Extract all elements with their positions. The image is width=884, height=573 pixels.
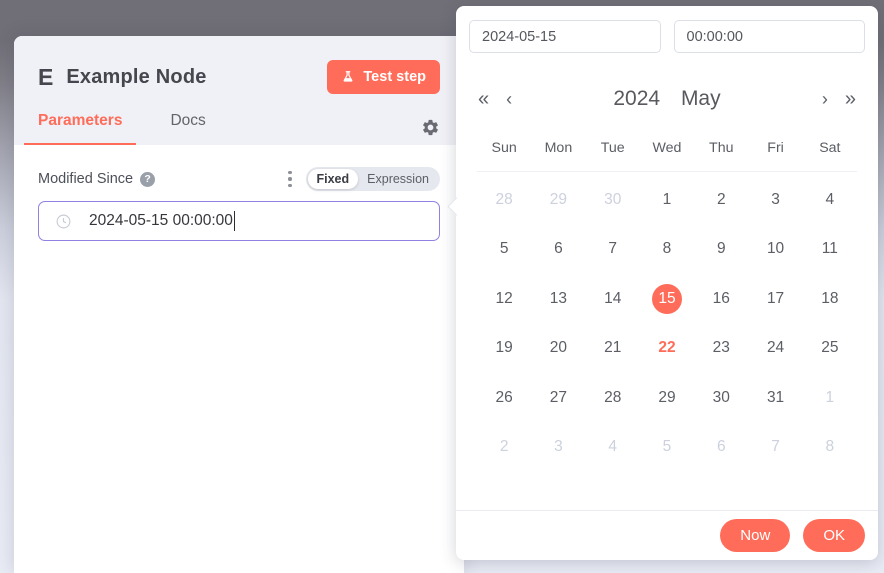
calendar-day[interactable]: 26 — [477, 373, 531, 423]
calendar-day[interactable]: 6 — [694, 423, 748, 473]
calendar-day[interactable]: 7 — [586, 225, 640, 275]
calendar-day[interactable]: 27 — [531, 373, 585, 423]
calendar-day[interactable]: 11 — [803, 225, 857, 275]
datetime-input-value: 2024-05-15 00:00:00 — [89, 212, 233, 230]
clock-icon — [55, 213, 72, 230]
calendar-day[interactable]: 7 — [748, 423, 802, 473]
text-cursor — [234, 211, 236, 231]
picker-time-input[interactable] — [674, 20, 866, 53]
prev-year-button[interactable]: « — [478, 89, 489, 109]
calendar-day[interactable]: 1 — [640, 175, 694, 225]
field-label: Modified Since — [38, 171, 133, 187]
calendar-day[interactable]: 5 — [477, 225, 531, 275]
calendar-day[interactable]: 28 — [477, 175, 531, 225]
tab-docs[interactable]: Docs — [156, 112, 219, 145]
picker-footer: Now OK — [456, 510, 878, 560]
calendar-day[interactable]: 12 — [477, 274, 531, 324]
calendar-day[interactable]: 30 — [694, 373, 748, 423]
now-button[interactable]: Now — [720, 519, 790, 552]
calendar-day[interactable]: 31 — [748, 373, 802, 423]
picker-date-input[interactable] — [469, 20, 661, 53]
calendar-grid: 2829301234567891011121314151617181920212… — [477, 172, 857, 472]
calendar-day[interactable]: 29 — [640, 373, 694, 423]
calendar-day[interactable]: 10 — [748, 225, 802, 275]
test-step-label: Test step — [363, 69, 426, 85]
calendar-day[interactable]: 25 — [803, 324, 857, 374]
day-of-week-label: Thu — [694, 140, 748, 156]
test-step-button[interactable]: Test step — [327, 60, 440, 94]
calendar-day[interactable]: 4 — [803, 175, 857, 225]
day-of-week-label: Fri — [748, 140, 802, 156]
gear-icon[interactable] — [421, 118, 440, 137]
ok-button[interactable]: OK — [803, 519, 865, 552]
tab-bar: Parameters Docs — [24, 112, 220, 145]
year-label[interactable]: 2024 — [613, 87, 660, 110]
calendar-day[interactable]: 13 — [531, 274, 585, 324]
modified-since-field: Modified Since ? Fixed Expression 2024-0… — [38, 167, 440, 241]
day-of-week-label: Tue — [586, 140, 640, 156]
calendar-day[interactable]: 4 — [586, 423, 640, 473]
day-of-week-label: Mon — [531, 140, 585, 156]
calendar-day[interactable]: 18 — [803, 274, 857, 324]
calendar-day[interactable]: 15 — [640, 274, 694, 324]
calendar-day[interactable]: 19 — [477, 324, 531, 374]
day-of-week-header: SunMonTueWedThuFriSat — [477, 140, 857, 172]
calendar-day[interactable]: 20 — [531, 324, 585, 374]
calendar-day[interactable]: 2 — [477, 423, 531, 473]
calendar-day[interactable]: 2 — [694, 175, 748, 225]
datetime-input[interactable]: 2024-05-15 00:00:00 — [38, 201, 440, 241]
node-panel-header: E Example Node Test step Parameters Docs — [14, 36, 464, 145]
toggle-fixed[interactable]: Fixed — [308, 169, 359, 189]
day-of-week-label: Wed — [640, 140, 694, 156]
node-detail-panel: E Example Node Test step Parameters Docs… — [14, 36, 464, 573]
calendar-day[interactable]: 28 — [586, 373, 640, 423]
tab-parameters[interactable]: Parameters — [24, 112, 136, 145]
next-year-button[interactable]: » — [845, 89, 856, 109]
calendar-day[interactable]: 3 — [748, 175, 802, 225]
calendar-day[interactable]: 22 — [640, 324, 694, 374]
calendar-day[interactable]: 21 — [586, 324, 640, 374]
next-month-button[interactable]: › — [822, 90, 828, 108]
options-menu-icon[interactable] — [286, 167, 294, 191]
toggle-expression[interactable]: Expression — [358, 169, 438, 189]
help-icon[interactable]: ? — [140, 172, 155, 187]
calendar-day[interactable]: 16 — [694, 274, 748, 324]
fixed-expression-toggle: Fixed Expression — [306, 167, 441, 191]
calendar-day[interactable]: 29 — [531, 175, 585, 225]
month-label[interactable]: May — [681, 87, 721, 110]
datetime-picker-popover: « ‹ 2024 May › » SunMonTueWedThuFriSat 2… — [456, 6, 878, 560]
calendar-day[interactable]: 8 — [803, 423, 857, 473]
calendar-day[interactable]: 9 — [694, 225, 748, 275]
calendar-day[interactable]: 6 — [531, 225, 585, 275]
node-icon: E — [38, 64, 53, 91]
calendar-day[interactable]: 24 — [748, 324, 802, 374]
node-panel-body: Modified Since ? Fixed Expression 2024-0… — [14, 145, 464, 263]
flask-icon — [341, 70, 355, 84]
calendar-day[interactable]: 5 — [640, 423, 694, 473]
calendar-day[interactable]: 30 — [586, 175, 640, 225]
calendar-day[interactable]: 17 — [748, 274, 802, 324]
calendar-day[interactable]: 8 — [640, 225, 694, 275]
day-of-week-label: Sat — [803, 140, 857, 156]
calendar-day[interactable]: 3 — [531, 423, 585, 473]
calendar-nav: « ‹ 2024 May › » — [478, 83, 856, 115]
node-title: Example Node — [66, 66, 206, 89]
calendar-day[interactable]: 1 — [803, 373, 857, 423]
calendar-day[interactable]: 23 — [694, 324, 748, 374]
prev-month-button[interactable]: ‹ — [506, 90, 512, 108]
calendar-day[interactable]: 14 — [586, 274, 640, 324]
day-of-week-label: Sun — [477, 140, 531, 156]
